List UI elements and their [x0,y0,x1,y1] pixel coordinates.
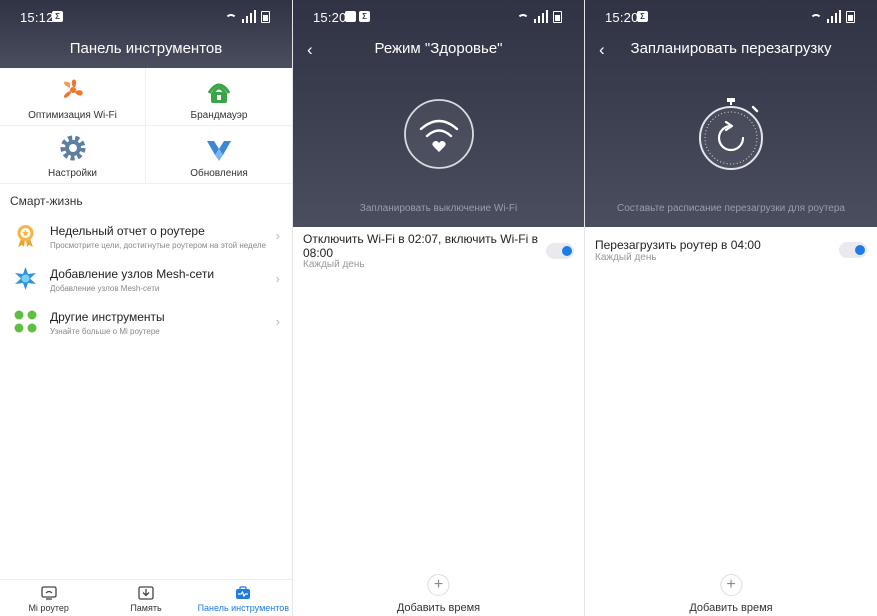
page-title: Запланировать перезагрузку [630,40,832,57]
item-subtitle: Просмотрите цели, достигнутые роутером н… [50,241,267,250]
tool-label: Настройки [47,168,98,179]
firewall-icon [207,83,231,103]
status-time: 15:20 [605,10,639,25]
image-icon [345,11,356,22]
reboot-header: 15:20 Σ ‹ Запланировать перезагрузку Сос… [585,0,877,227]
tool-label: Брандмауэр [190,110,248,121]
item-subtitle: Узнайте больше о Mi роутере [50,327,160,336]
toolbox-header: 15:12 Σ Панель инструментов [0,0,292,68]
chevron-right-icon: › [275,271,280,286]
tools-grid: Оптимизация Wi-Fi Брандмауэр Настройки О… [0,68,292,184]
notification-icon: Σ [637,11,648,22]
toolbox-icon [236,586,251,599]
page-title: Режим "Здоровье" [374,40,503,57]
mesh-icon [15,267,36,290]
status-bar: 15:12 Σ [0,0,292,34]
signal-icon [225,10,270,23]
stopwatch-icon [699,98,763,170]
schedule-toggle[interactable] [839,242,867,258]
status-time: 15:20 [313,10,347,25]
add-time-label: Добавить время [689,602,773,614]
router-icon [41,586,57,600]
item-title: Недельный отчет о роутере [50,224,205,238]
chevron-right-icon: › [275,314,280,329]
health-mode-header: 15:20 Σ ‹ Режим "Здоровье" Запланировать… [293,0,584,227]
dots-icon [14,310,37,333]
section-title: Смарт-жизнь [10,194,83,208]
schedule-row[interactable]: Отключить Wi-Fi в 02:07, включить Wi-Fi … [293,227,584,275]
storage-icon [138,586,154,600]
tab-label: Память [130,603,162,613]
tab-storage[interactable]: Память [97,580,194,616]
page-title: Панель инструментов [69,40,223,57]
tool-wifi-optimization[interactable]: Оптимизация Wi-Fi [0,68,146,126]
chevron-right-icon: › [275,228,280,243]
tab-toolbox[interactable]: Панель инструментов [195,580,292,616]
item-title: Другие инструменты [50,310,165,324]
notification-icon: Σ [52,11,63,22]
status-time: 15:12 [20,10,54,25]
tool-firewall[interactable]: Брандмауэр [146,68,292,126]
list-item-weekly-report[interactable]: Недельный отчет о роутере Просмотрите це… [0,214,292,257]
schedule-row[interactable]: Перезагрузить роутер в 04:00 Каждый день [585,227,877,275]
item-subtitle: Добавление узлов Mesh-сети [50,284,160,293]
header-subtitle: Запланировать выключение Wi-Fi [359,203,518,214]
tab-label: Mi роутер [28,603,69,613]
reboot-schedule-screen: 15:20 Σ ‹ Запланировать перезагрузку Сос… [585,0,877,616]
plus-icon: + [427,574,450,596]
tool-label: Обновления [190,168,248,179]
update-icon [207,141,231,161]
add-time-button[interactable]: + Добавить время [397,574,480,614]
notification-icon: Σ [359,11,370,22]
wifi-heart-icon [403,99,474,169]
status-bar: 15:20 Σ [293,0,584,34]
signal-icon [517,10,562,23]
schedule-repeat: Каждый день [595,252,657,263]
header-subtitle: Составьте расписание перезагрузки для ро… [617,203,845,214]
toolbox-screen: 15:12 Σ Панель инструментов Оптимизация … [0,0,292,616]
tab-label: Панель инструментов [197,603,290,613]
add-time-label: Добавить время [396,602,481,614]
medal-icon [17,225,34,247]
plus-icon: + [720,574,742,596]
schedule-title: Перезагрузить роутер в 04:00 [595,238,761,252]
schedule-repeat: Каждый день [303,259,365,270]
signal-icon [810,10,855,23]
gear-icon [60,135,85,161]
health-mode-screen: 15:20 Σ ‹ Режим "Здоровье" Запланировать… [293,0,584,616]
fan-icon [63,79,83,98]
status-bar: 15:20 Σ [585,0,877,34]
add-time-button[interactable]: + Добавить время [689,574,773,614]
schedule-title: Отключить Wi-Fi в 02:07, включить Wi-Fi … [303,232,538,260]
list-item-mesh[interactable]: Добавление узлов Mesh-сети Добавление уз… [0,257,292,300]
tool-updates[interactable]: Обновления [146,126,292,184]
tool-label: Оптимизация Wi-Fi [28,110,117,121]
item-title: Добавление узлов Mesh-сети [50,267,215,281]
bottom-tab-bar: Mi роутер Память Панель инструментов [0,579,292,616]
tool-settings[interactable]: Настройки [0,126,146,184]
list-item-other-tools[interactable]: Другие инструменты Узнайте больше о Mi р… [0,300,292,343]
tab-mi-router[interactable]: Mi роутер [0,580,97,616]
schedule-toggle[interactable] [546,243,574,259]
